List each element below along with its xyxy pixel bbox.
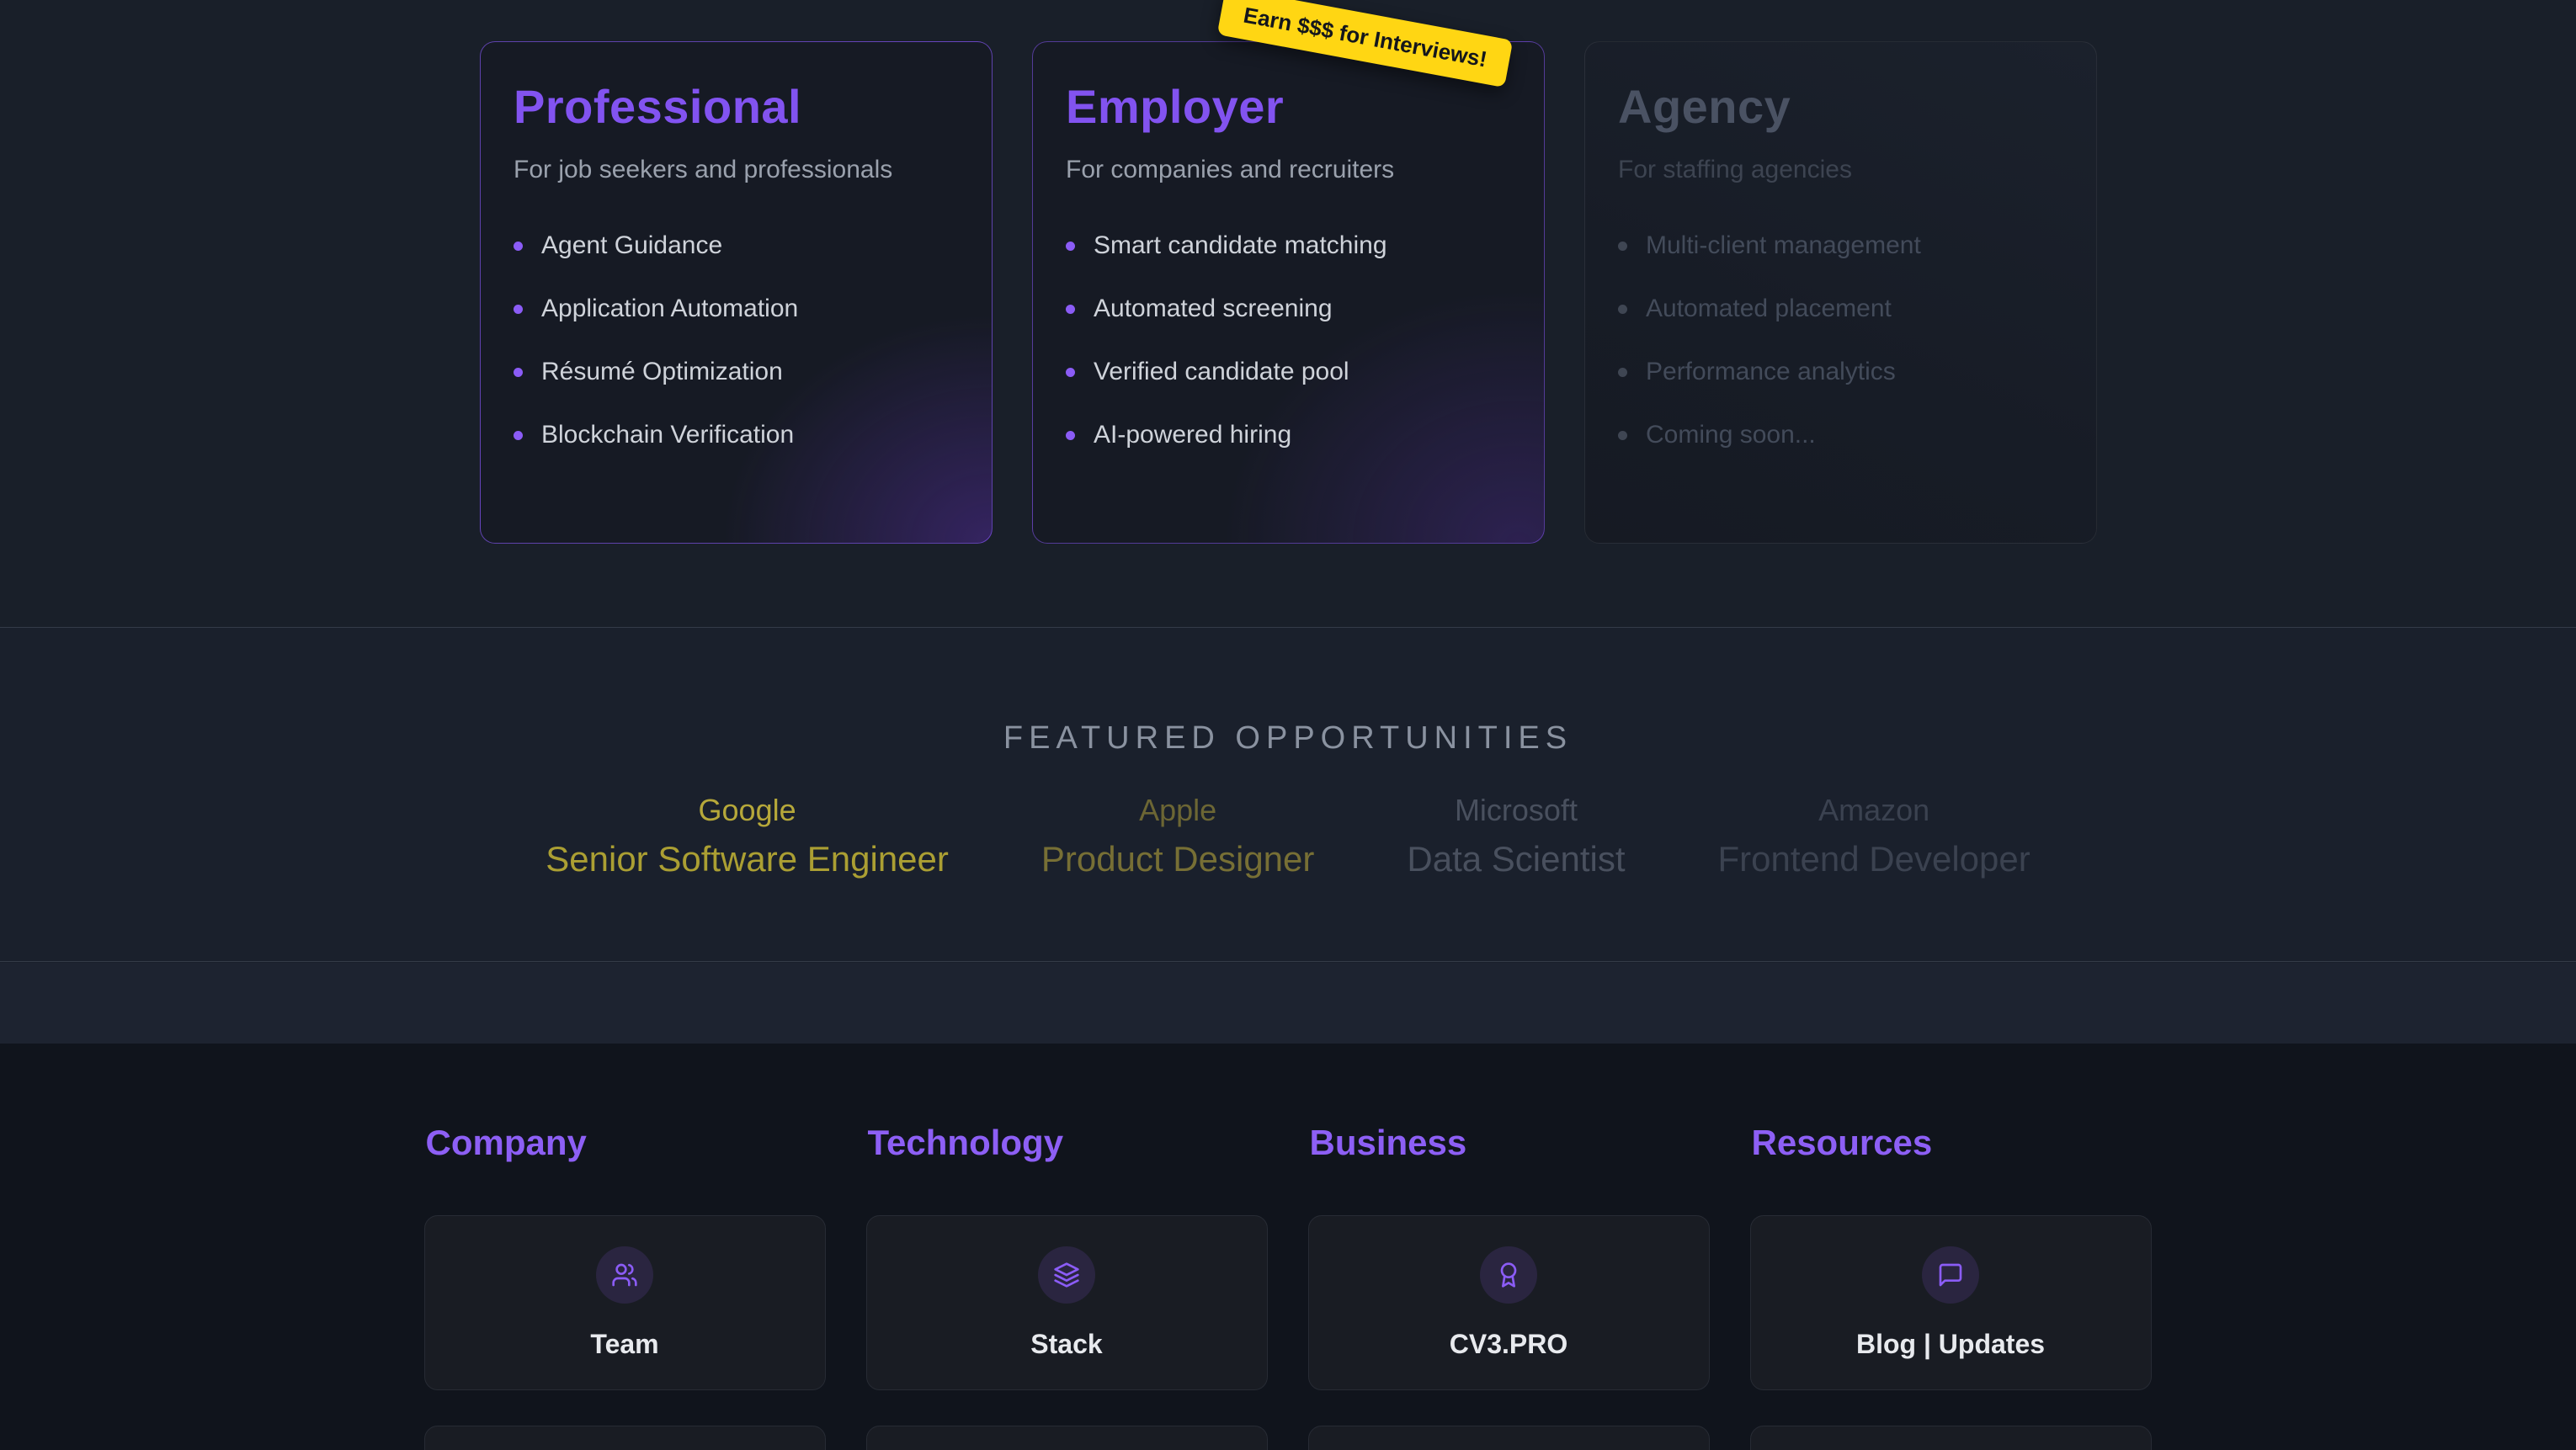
featured-opportunities-section: FEATURED OPPORTUNITIES Google Senior Sof… — [0, 628, 2576, 962]
plan-title: Agency — [1618, 79, 2063, 134]
plan-row: Professional For job seekers and profess… — [480, 41, 2097, 544]
plans-inner: Earn $$$ for Interviews! Professional Fo… — [480, 0, 2096, 627]
bullet-dot-icon — [514, 368, 523, 377]
plan-feature: Verified candidate pool — [1066, 358, 1511, 386]
footer-card-label: Stack — [1030, 1329, 1102, 1360]
plan-card-professional[interactable]: Professional For job seekers and profess… — [480, 41, 993, 544]
plan-feature: Automated screening — [1066, 295, 1511, 323]
footer-card-label: Team — [590, 1329, 658, 1360]
featured-jobs-row: Google Senior Software Engineer Apple Pr… — [0, 792, 2576, 883]
users-icon — [596, 1246, 653, 1304]
featured-heading: FEATURED OPPORTUNITIES — [0, 720, 2576, 757]
plan-feature-label: AI-powered hiring — [1094, 421, 1291, 449]
layers-icon — [1038, 1246, 1095, 1304]
job-company: Apple — [1041, 792, 1315, 829]
bullet-dot-icon — [1618, 431, 1627, 440]
bullet-dot-icon — [1618, 368, 1627, 377]
plan-feature-list: Multi-client management Automated placem… — [1618, 231, 2063, 449]
plan-title: Professional — [514, 79, 959, 134]
job-title: Product Designer — [1041, 836, 1315, 883]
plan-feature: Résumé Optimization — [514, 358, 959, 386]
plan-subtitle: For companies and recruiters — [1066, 156, 1511, 184]
plan-feature: Multi-client management — [1618, 231, 2063, 260]
footer-card-team[interactable]: Team — [424, 1215, 826, 1390]
landing-page: Earn $$$ for Interviews! Professional Fo… — [0, 0, 2576, 1450]
job-title: Data Scientist — [1407, 836, 1625, 883]
plan-feature-label: Résumé Optimization — [541, 358, 783, 386]
featured-job-amazon: Amazon Frontend Developer — [1718, 792, 2030, 883]
bullet-dot-icon — [1066, 431, 1075, 440]
footer: Company Team Technology Stack — [0, 1044, 2576, 1450]
bullet-dot-icon — [1618, 305, 1627, 314]
plan-feature-label: Verified candidate pool — [1094, 358, 1349, 386]
plan-card-employer[interactable]: Employer For companies and recruiters Sm… — [1032, 41, 1545, 544]
plan-subtitle: For staffing agencies — [1618, 156, 2063, 184]
plan-feature: AI-powered hiring — [1066, 421, 1511, 449]
footer-column-resources: Resources Blog | Updates — [1750, 1123, 2152, 1450]
bullet-dot-icon — [1066, 242, 1075, 251]
bullet-dot-icon — [514, 242, 523, 251]
plan-feature: Performance analytics — [1618, 358, 2063, 386]
message-icon — [1922, 1246, 1979, 1304]
footer-column-company: Company Team — [424, 1123, 826, 1450]
plan-feature: Blockchain Verification — [514, 421, 959, 449]
plan-card-agency: Agency For staffing agencies Multi-clien… — [1584, 41, 2097, 544]
plan-feature-label: Coming soon... — [1646, 421, 1816, 449]
bullet-dot-icon — [514, 305, 523, 314]
plan-feature-label: Multi-client management — [1646, 231, 1921, 260]
job-company: Microsoft — [1407, 792, 1625, 829]
footer-card-partial[interactable] — [1750, 1426, 2152, 1450]
award-icon — [1480, 1246, 1537, 1304]
footer-card-cv3pro[interactable]: CV3.PRO — [1308, 1215, 1710, 1390]
featured-job-microsoft: Microsoft Data Scientist — [1407, 792, 1625, 883]
footer-column-technology: Technology Stack — [866, 1123, 1268, 1450]
section-spacer-band — [0, 963, 2576, 1044]
featured-job-apple: Apple Product Designer — [1041, 792, 1315, 883]
footer-heading: Business — [1310, 1123, 1710, 1163]
plan-feature: Smart candidate matching — [1066, 231, 1511, 260]
plans-section: Earn $$$ for Interviews! Professional Fo… — [0, 0, 2576, 628]
plan-feature-label: Blockchain Verification — [541, 421, 794, 449]
featured-job-google: Google Senior Software Engineer — [546, 792, 949, 883]
job-company: Google — [546, 792, 949, 829]
footer-column-business: Business CV3.PRO — [1308, 1123, 1710, 1450]
footer-card-label: CV3.PRO — [1450, 1329, 1567, 1360]
footer-card-partial[interactable] — [424, 1426, 826, 1450]
plan-feature: Automated placement — [1618, 295, 2063, 323]
job-company: Amazon — [1718, 792, 2030, 829]
plan-feature-label: Performance analytics — [1646, 358, 1896, 386]
footer-card-partial[interactable] — [866, 1426, 1268, 1450]
plan-feature-list: Smart candidate matching Automated scree… — [1066, 231, 1511, 449]
plan-subtitle: For job seekers and professionals — [514, 156, 959, 184]
plan-title: Employer — [1066, 79, 1511, 134]
plan-feature-list: Agent Guidance Application Automation Ré… — [514, 231, 959, 449]
footer-heading: Technology — [868, 1123, 1268, 1163]
footer-card-partial[interactable] — [1308, 1426, 1710, 1450]
footer-card-blog[interactable]: Blog | Updates — [1750, 1215, 2152, 1390]
plan-feature-label: Automated placement — [1646, 295, 1892, 323]
footer-card-stack[interactable]: Stack — [866, 1215, 1268, 1390]
plan-feature-label: Agent Guidance — [541, 231, 722, 260]
plan-feature: Coming soon... — [1618, 421, 2063, 449]
plan-feature-label: Application Automation — [541, 295, 798, 323]
job-title: Senior Software Engineer — [546, 836, 949, 883]
bullet-dot-icon — [1066, 368, 1075, 377]
plan-feature-label: Automated screening — [1094, 295, 1333, 323]
bullet-dot-icon — [1066, 305, 1075, 314]
bullet-dot-icon — [514, 431, 523, 440]
footer-heading: Company — [426, 1123, 826, 1163]
plan-feature-label: Smart candidate matching — [1094, 231, 1387, 260]
footer-columns: Company Team Technology Stack — [424, 1044, 2153, 1450]
bullet-dot-icon — [1618, 242, 1627, 251]
plan-feature: Application Automation — [514, 295, 959, 323]
footer-heading: Resources — [1752, 1123, 2152, 1163]
plan-feature: Agent Guidance — [514, 231, 959, 260]
footer-card-label: Blog | Updates — [1856, 1329, 2045, 1360]
job-title: Frontend Developer — [1718, 836, 2030, 883]
